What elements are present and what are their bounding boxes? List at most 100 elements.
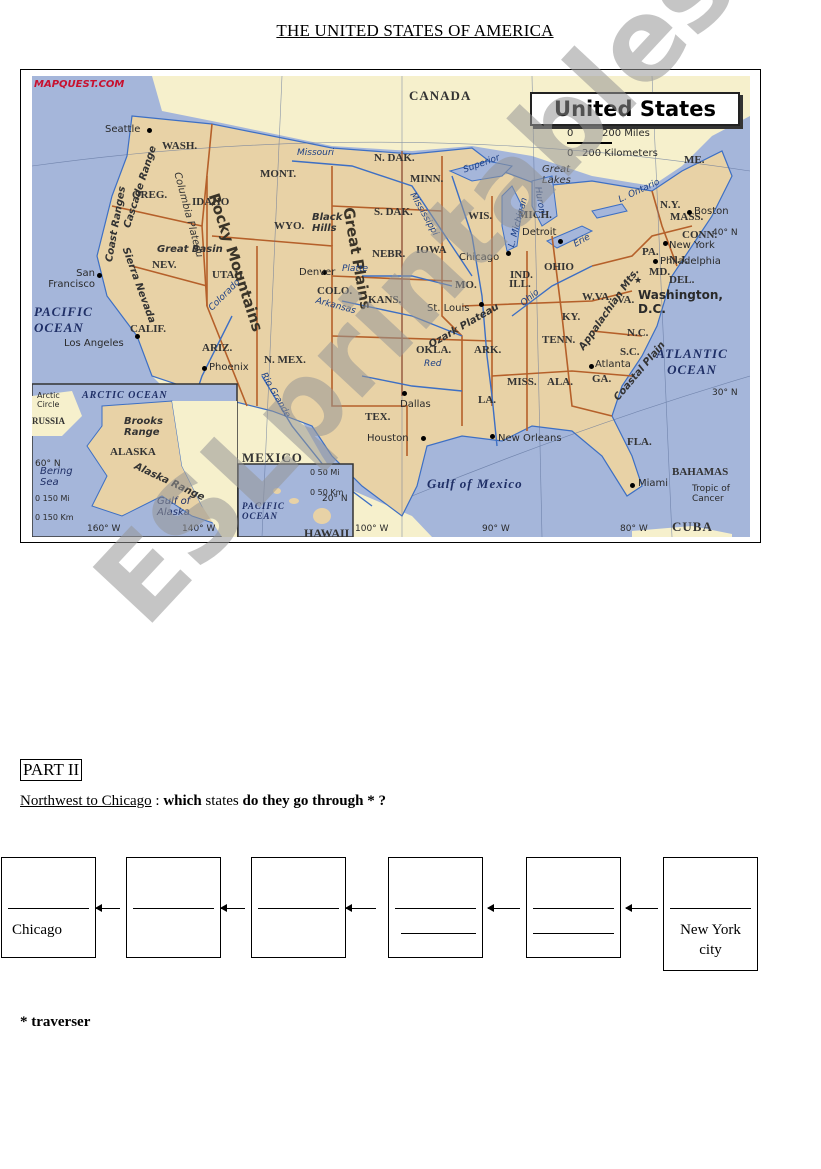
question: Northwest to Chicago : which states do t… <box>20 793 386 810</box>
state-calif: CALIF. <box>130 323 166 335</box>
alaska-scale-mi: 0 150 Mi <box>35 494 70 503</box>
answer-line[interactable] <box>670 908 751 909</box>
state-ky: KY. <box>562 311 581 323</box>
answer-line[interactable] <box>8 908 89 909</box>
part-heading: PART II <box>20 759 83 781</box>
alaska-scale-km: 0 150 Km <box>35 513 74 522</box>
city-washington-dc: Washington, D.C. <box>638 288 723 316</box>
city-dot-new-orleans <box>490 434 495 439</box>
state-nev: NEV. <box>152 259 177 271</box>
route-box-chicago: Chicago <box>1 857 96 958</box>
scale-bar <box>567 142 612 144</box>
label-arctic-circle: Arctic Circle <box>37 391 60 409</box>
city-dot-detroit <box>558 239 563 244</box>
city-dot-miami <box>630 483 635 488</box>
city-atlanta: Atlanta <box>595 359 631 370</box>
city-label-new-york-line2: city <box>699 942 722 958</box>
label-tropic-of-cancer: Tropic of Cancer <box>692 484 730 504</box>
label-great-lakes: Great Lakes <box>542 164 571 186</box>
label-mexico: MEXICO <box>242 450 303 465</box>
state-hawaii: HAWAII <box>304 526 350 537</box>
question-states: states <box>201 793 243 809</box>
city-dot-atlanta <box>589 364 594 369</box>
city-new-orleans: New Orleans <box>498 433 562 444</box>
route-box-new-york: New York city <box>663 857 758 971</box>
state-del: DEL. <box>669 274 695 286</box>
hawaii-scale-km: 0 50 Km <box>310 488 344 497</box>
state-tex: TEX. <box>365 411 391 423</box>
label-cuba: CUBA <box>672 519 713 534</box>
map-frame: MAPQUEST.COM United States 0 200 Miles 0… <box>20 69 761 543</box>
route-box-5 <box>526 857 621 958</box>
city-dot-st-louis <box>479 302 484 307</box>
state-nebr: NEBR. <box>372 248 406 260</box>
state-s-dak: S. DAK. <box>374 206 413 218</box>
city-dot-houston <box>421 436 426 441</box>
city-los-angeles: Los Angeles <box>64 338 124 349</box>
grid-60n: 60° N <box>35 459 61 469</box>
question-sep: : <box>151 793 164 809</box>
city-philadelphia: Philadelphia <box>660 256 721 267</box>
answer-line[interactable] <box>533 908 614 909</box>
arrow-left-icon <box>487 904 520 912</box>
state-ariz: ARIZ. <box>202 342 233 354</box>
city-houston: Houston <box>367 433 409 444</box>
city-dot-boston <box>687 210 692 215</box>
city-boston: Boston <box>694 206 729 217</box>
route-box-4 <box>388 857 483 958</box>
city-detroit: Detroit <box>522 227 557 238</box>
city-st-louis: St. Louis <box>427 303 470 314</box>
grid-40n: 40° N <box>712 228 738 238</box>
city-label-new-york: New York city <box>664 920 757 960</box>
document-title: THE UNITED STATES OF AMERICA <box>276 21 554 40</box>
grid-90w: 90° W <box>482 524 510 534</box>
state-nc: N.C. <box>627 327 649 339</box>
label-black-hills: Black Hills <box>312 212 343 234</box>
city-seattle: Seattle <box>105 124 141 135</box>
question-which: which <box>163 793 202 809</box>
state-pa: PA. <box>642 246 659 258</box>
answer-line[interactable] <box>401 933 476 934</box>
arrow-left-icon <box>220 904 245 912</box>
answer-line[interactable] <box>395 908 476 909</box>
state-sc: S.C. <box>620 346 640 358</box>
state-me: ME. <box>684 154 705 166</box>
state-minn: MINN. <box>410 173 444 185</box>
scale-zero-km: 0 <box>567 148 574 159</box>
state-alaska: ALASKA <box>110 446 156 458</box>
question-route: Northwest to Chicago <box>20 793 152 809</box>
answer-line[interactable] <box>533 933 614 934</box>
arrow-left-icon <box>625 904 658 912</box>
city-san-francisco: San Francisco <box>48 268 95 290</box>
label-russia: RUSSIA <box>32 416 66 426</box>
state-ind: IND. <box>510 269 533 281</box>
scale-zero-mi: 0 <box>567 128 574 139</box>
label-brooks-range: Brooks Range <box>124 416 163 438</box>
label-canada: CANADA <box>409 88 472 103</box>
grid-30n: 30° N <box>712 388 738 398</box>
label-pacific-ocean: PACIFIC OCEAN <box>34 304 93 335</box>
grid-140w: 140° W <box>182 524 216 534</box>
city-dallas: Dallas <box>400 399 431 410</box>
arrow-left-icon <box>345 904 376 912</box>
state-ala: ALA. <box>547 376 573 388</box>
river-missouri: Missouri <box>297 148 335 158</box>
state-miss: MISS. <box>507 376 537 388</box>
grid-80w: 80° W <box>620 524 648 534</box>
city-label-chicago: Chicago <box>12 922 62 938</box>
state-wash: WASH. <box>162 140 198 152</box>
state-n-mex: N. MEX. <box>264 354 306 366</box>
answer-line[interactable] <box>258 908 339 909</box>
hawaii-big-island <box>313 508 331 524</box>
city-phoenix: Phoenix <box>209 362 249 373</box>
state-fla: FLA. <box>627 436 652 448</box>
route-box-2 <box>126 857 221 958</box>
state-la: LA. <box>478 394 497 406</box>
question-through: do they go through * ? <box>242 793 387 809</box>
answer-line[interactable] <box>133 908 214 909</box>
scale-miles: 200 Miles <box>602 128 650 139</box>
city-chicago: Chicago <box>459 252 500 263</box>
footnote: * traverser <box>20 1014 91 1030</box>
city-dot-phoenix <box>202 366 207 371</box>
mapquest-logo: MAPQUEST.COM <box>34 79 125 90</box>
